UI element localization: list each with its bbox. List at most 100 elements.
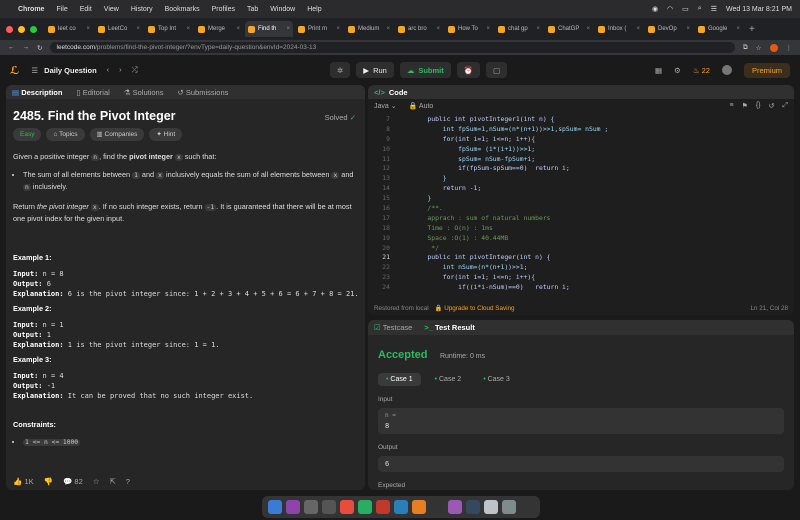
close-tab-icon[interactable]: × bbox=[436, 26, 440, 32]
code-line[interactable]: 22 int nSum=(n*(n+1))>>1; bbox=[368, 263, 794, 273]
browser-tab[interactable]: Top Int × bbox=[145, 21, 193, 37]
vscode-icon[interactable] bbox=[394, 500, 408, 514]
close-window-icon[interactable] bbox=[6, 25, 13, 33]
control-center-icon[interactable]: ☰ bbox=[711, 5, 717, 13]
comments-button[interactable]: 💬 82 bbox=[63, 477, 83, 486]
premium-button[interactable]: Premium bbox=[743, 62, 790, 78]
menu-edit[interactable]: Edit bbox=[80, 6, 92, 13]
braces-icon[interactable]: {} bbox=[756, 102, 761, 110]
menu-chrome[interactable]: Chrome bbox=[18, 6, 44, 13]
share-icon[interactable]: ⇱ bbox=[109, 477, 115, 486]
close-tab-icon[interactable]: × bbox=[536, 26, 540, 32]
code-line[interactable]: 7 public int pivotInteger1(int n) { bbox=[368, 115, 794, 125]
menu-help[interactable]: Help bbox=[307, 6, 321, 13]
minimize-window-icon[interactable] bbox=[18, 25, 25, 33]
leetcode-logo-icon[interactable]: ℒ bbox=[10, 64, 19, 77]
close-tab-icon[interactable]: × bbox=[136, 26, 140, 32]
app-icon[interactable] bbox=[448, 500, 462, 514]
menubar-datetime[interactable]: Wed 13 Mar 8:21 PM bbox=[726, 6, 792, 13]
browser-tab[interactable]: Inbox (× bbox=[595, 21, 643, 37]
like-button[interactable]: 👍 1K bbox=[13, 477, 34, 486]
browser-tab[interactable]: DevOp × bbox=[645, 21, 693, 37]
chrome-menu-icon[interactable]: ⋮ bbox=[786, 44, 793, 52]
close-tab-icon[interactable]: × bbox=[86, 26, 90, 32]
hint-chip[interactable]: ✦ Hint bbox=[149, 128, 183, 141]
code-line[interactable]: 9 for(int i=1; i<=n; i++){ bbox=[368, 135, 794, 145]
trash-icon[interactable] bbox=[502, 500, 516, 514]
auto-toggle[interactable]: 🔒 Auto bbox=[409, 102, 434, 110]
bookmark-icon[interactable]: ⚑ bbox=[742, 102, 748, 110]
settings-gear-icon[interactable]: ⚙ bbox=[674, 66, 681, 75]
format-icon[interactable]: ≡ bbox=[729, 102, 733, 110]
case-tab[interactable]: • Case 3 bbox=[475, 373, 518, 386]
tab-test-result[interactable]: >_ Test Result bbox=[424, 323, 475, 332]
browser-tab[interactable]: Medium × bbox=[345, 21, 393, 37]
code-line[interactable]: 17 apprach : sum of natural numbers bbox=[368, 214, 794, 224]
browser-tab[interactable]: Google × bbox=[695, 21, 743, 37]
profile-avatar[interactable] bbox=[769, 43, 778, 52]
tab-editorial[interactable]: ▯ Editorial bbox=[76, 88, 109, 97]
timer-button[interactable]: ⏰ bbox=[456, 62, 481, 78]
menu-tab[interactable]: Tab bbox=[247, 6, 258, 13]
code-line[interactable]: 10 fpSum= (i*(i+1))>>1; bbox=[368, 145, 794, 155]
code-line[interactable]: 14 return -1; bbox=[368, 184, 794, 194]
problem-title[interactable]: 2485. Find the Pivot Integer bbox=[13, 110, 358, 123]
close-tab-icon[interactable]: × bbox=[736, 26, 740, 32]
browser-tab[interactable]: How To × bbox=[445, 21, 493, 37]
notes-button[interactable]: ▢ bbox=[486, 62, 508, 78]
chrome-icon[interactable] bbox=[340, 500, 354, 514]
prev-problem-icon[interactable]: ‹ bbox=[107, 65, 110, 75]
search-icon[interactable]: ⌕ bbox=[698, 5, 702, 13]
menu-profiles[interactable]: Profiles bbox=[212, 6, 235, 13]
code-line[interactable]: 15 } bbox=[368, 194, 794, 204]
terminal-app-icon[interactable] bbox=[322, 500, 336, 514]
code-line[interactable]: 20 */ bbox=[368, 244, 794, 254]
menu-file[interactable]: File bbox=[56, 6, 67, 13]
browser-tab[interactable]: chat gp × bbox=[495, 21, 543, 37]
close-tab-icon[interactable]: × bbox=[386, 26, 390, 32]
browser-tab[interactable]: Merge × bbox=[195, 21, 243, 37]
favorite-star-icon[interactable]: ☆ bbox=[93, 477, 100, 486]
app-icon[interactable] bbox=[358, 500, 372, 514]
menu-window[interactable]: Window bbox=[270, 6, 295, 13]
close-tab-icon[interactable]: × bbox=[686, 26, 690, 32]
tab-description[interactable]: ▤ Description bbox=[12, 88, 62, 97]
reload-icon[interactable]: ↻ bbox=[37, 44, 42, 52]
tab-testcase[interactable]: ☑ Testcase bbox=[374, 323, 412, 332]
browser-tab[interactable]: Find th × bbox=[245, 21, 293, 37]
finder-icon[interactable] bbox=[268, 500, 282, 514]
launchpad-icon[interactable] bbox=[286, 500, 300, 514]
code-line[interactable]: 23 for(int i=1; i<=n; i++){ bbox=[368, 273, 794, 283]
tab-solutions[interactable]: ⚗ Solutions bbox=[124, 88, 164, 97]
menu-bookmarks[interactable]: Bookmarks bbox=[165, 6, 200, 13]
code-line[interactable]: 16 /**. bbox=[368, 204, 794, 214]
menu-history[interactable]: History bbox=[131, 6, 153, 13]
code-line[interactable]: 24 if((i*i-nSum)==0) return i; bbox=[368, 283, 794, 293]
browser-tab[interactable]: leet co × bbox=[45, 21, 93, 37]
bookmark-star-icon[interactable]: ☆ bbox=[756, 44, 762, 52]
code-line[interactable]: 8 int fpSum=1,nSum=(n*(n+1))>>1,spSum= n… bbox=[368, 125, 794, 135]
code-lines[interactable]: 7 public int pivotInteger1(int n) {8 int… bbox=[368, 115, 794, 295]
browser-tab[interactable]: LeetCo × bbox=[95, 21, 143, 37]
code-line[interactable]: 18 Time : O(n) : 1ms bbox=[368, 224, 794, 234]
code-line[interactable]: 21 public int pivotInteger(int n) { bbox=[368, 253, 794, 263]
close-tab-icon[interactable]: × bbox=[486, 26, 490, 32]
problem-list-icon[interactable]: ☰ bbox=[31, 66, 38, 75]
battery-icon[interactable]: ▭ bbox=[682, 5, 689, 13]
sublime-icon[interactable] bbox=[412, 500, 426, 514]
preview-icon[interactable] bbox=[466, 500, 480, 514]
tab-submissions[interactable]: ↺ Submissions bbox=[177, 88, 228, 97]
close-tab-icon[interactable]: × bbox=[186, 26, 190, 32]
url-input[interactable]: leetcode.com/problems/find-the-pivot-int… bbox=[50, 42, 736, 53]
textedit-icon[interactable] bbox=[484, 500, 498, 514]
wifi-icon[interactable]: ◠ bbox=[667, 5, 673, 13]
topics-chip[interactable]: ⌂ Topics bbox=[46, 128, 85, 141]
debug-button[interactable]: ✲ bbox=[330, 62, 351, 78]
next-problem-icon[interactable]: › bbox=[119, 65, 122, 75]
menu-view[interactable]: View bbox=[104, 6, 119, 13]
language-select[interactable]: Java ⌄ bbox=[374, 102, 397, 110]
submit-button[interactable]: ☁ Submit bbox=[399, 62, 451, 78]
layout-icon[interactable]: ▦ bbox=[655, 66, 662, 75]
close-tab-icon[interactable]: × bbox=[236, 26, 240, 32]
new-tab-icon[interactable]: + bbox=[749, 24, 755, 35]
